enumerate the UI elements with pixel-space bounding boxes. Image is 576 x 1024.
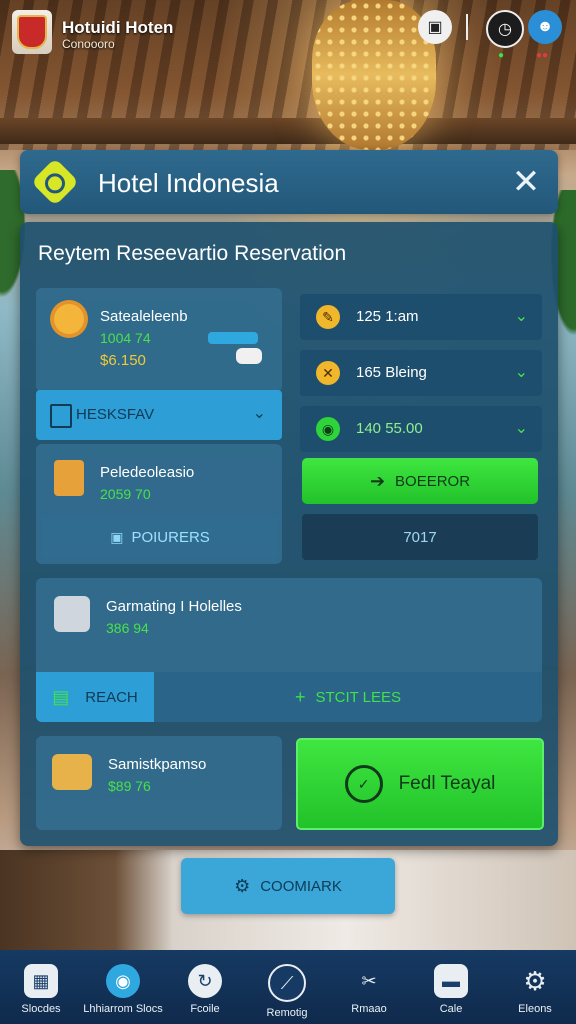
chevron-down-icon: ⌄ [514,364,528,381]
amenities-value: 386 94 [106,620,149,636]
nav-item-fcoile[interactable]: ↻ Fcoile [164,958,246,1022]
status-dot-icon: ● [498,50,505,61]
chat-icon: ◉ [106,964,140,998]
command-button[interactable]: ⚙ COOMIARK [181,858,395,914]
option-row-1[interactable]: ✎ 125 1:am ⌄ [300,294,542,340]
top-bar: Hotuidi Hoten Conoooro ▣ ◷ ☻ ● ●● [0,0,576,70]
shield-icon [17,15,47,49]
option-text-3: 140 55.00 [356,420,423,437]
chevron-down-icon: ⌄ [514,308,528,325]
pictures-button[interactable]: ▣ POIURERS [42,516,278,558]
grid-icon: ▤ [52,686,70,707]
amenities-card: Garmating I Holelles 386 94 ▤ REACH + ST… [36,578,542,722]
hotel-header: Hotel Indonesia ✕ [20,150,558,214]
reach-label: REACH [85,688,138,706]
nav-label: Cale [439,1003,463,1015]
book-button[interactable]: ➔ BOEEROR [302,458,538,504]
option-text-2: 165 Bleing [356,364,427,381]
arrow-icon: ➔ [369,470,386,491]
clock-icon: ◷ [498,21,512,38]
room-number: 1004 74 [100,330,151,346]
dropdown-label: HESKSFAV [76,406,155,423]
nav-item-cale[interactable]: ▬ Cale [410,958,492,1022]
chevron-down-icon: ⌄ [514,420,528,437]
room-price: $6.150 [100,352,146,369]
confirm-icon: ✓ [344,765,383,803]
plus-icon: + [294,686,306,707]
nav-item-remotig[interactable]: ⟋ Remotig [246,958,328,1022]
panel-title: Reytem Reseevartio Reservation [38,242,347,265]
room-number-2: 2059 70 [100,486,151,502]
nav-item-slocdes[interactable]: ▦ Slocdes [0,958,82,1022]
refresh-icon: ↻ [188,964,222,998]
bottom-nav: ▦ Slocdes ◉ Lhhiarrom Slocs ↻ Fcoile ⟋ R… [0,950,576,1024]
meal-value: $89 76 [108,778,151,794]
package-icon [54,460,84,496]
shuttle-icon [208,332,258,344]
code-field[interactable]: 7017 [302,514,538,560]
timer-button[interactable]: ◷ [486,10,524,48]
nav-label: Eleons [518,1003,552,1015]
final-reservation-button[interactable]: ✓ Fedl Teayal [296,738,544,830]
pictures-label: POIURERS [131,528,210,546]
gear-icon: ⚙ [234,875,251,896]
reach-button[interactable]: ▤ REACH [36,672,154,722]
add-stay-button[interactable]: + STCIT LEES [154,672,542,722]
app-subtitle: Conoooro [62,37,115,51]
chevron-down-icon: ⌄ [252,405,266,422]
close-icon: ✕ [511,163,541,201]
nav-item-chat[interactable]: ◉ Lhhiarrom Slocs [82,958,164,1022]
hotel-icon: ▦ [24,964,58,998]
nav-label: Rmaao [351,1003,387,1015]
app-title: Hotuidi Hoten [62,18,174,37]
filter-dropdown[interactable]: HESKSFAV ⌄ [36,390,282,440]
tool-icon: ✎ [316,305,340,329]
book-label: BOEEROR [395,472,471,490]
hotel-title: Hotel Indonesia [98,168,279,198]
nav-label: Slocdes [21,1003,61,1015]
briefcase-icon: ▬ [434,964,468,998]
nav-label: Fcoile [190,1003,220,1015]
final-reservation-label: Fedl Teayal [398,773,496,794]
room-card-2[interactable]: Peledeoleasio 2059 70 ▣ POIURERS [36,444,282,564]
option-row-2[interactable]: ✕ 165 Bleing ⌄ [300,350,542,396]
circle-icon: ◉ [316,417,340,441]
nav-label: Lhhiarrom Slocs [83,1003,163,1015]
cross-icon: ✕ [316,361,340,385]
hotel-brand-icon [30,157,80,207]
add-stay-label: STCIT LEES [315,688,402,706]
route-icon: ⟋ [268,964,306,1002]
app-logo [12,10,52,54]
room-card-1[interactable]: Satealeleenb 1004 74 $6.150 [36,288,282,392]
alert-dot-icon: ●● [536,50,549,61]
gear-icon: ⚙ [523,965,547,996]
meal-card[interactable]: Samistkpamso $89 76 [36,736,282,830]
screenshot-button[interactable]: ▣ [418,10,452,44]
profile-button[interactable]: ☻ [528,10,562,44]
nav-label: Remotig [266,1007,308,1019]
user-icon: ☻ [536,18,554,35]
command-label: COOMIARK [260,877,342,895]
code-value: 7017 [403,528,437,546]
amenities-name: Garmating I Holelles [106,598,242,615]
option-row-3[interactable]: ◉ 140 55.00 ⌄ [300,406,542,452]
nav-item-rmaao[interactable]: ✂ Rmaao [328,958,410,1022]
luggage-icon [54,596,90,632]
document-icon [50,404,72,428]
sun-icon [54,304,84,334]
reservation-panel: Reytem Reseevartio Reservation Satealele… [20,222,558,846]
car-icon [236,348,262,364]
room-name-2: Peledeoleasio [100,464,195,481]
close-button[interactable]: ✕ [508,163,544,201]
meal-name: Samistkpamso [108,756,207,773]
divider [466,14,468,40]
image-icon: ▣ [110,528,124,545]
food-icon [52,754,92,790]
camera-icon: ▣ [427,19,443,36]
ceiling-beam [0,118,576,144]
nav-item-eleons[interactable]: ⚙ Eleons [494,958,576,1022]
option-text-1: 125 1:am [356,308,419,325]
tools-icon: ✂ [361,970,377,991]
room-name: Satealeleenb [100,308,188,325]
